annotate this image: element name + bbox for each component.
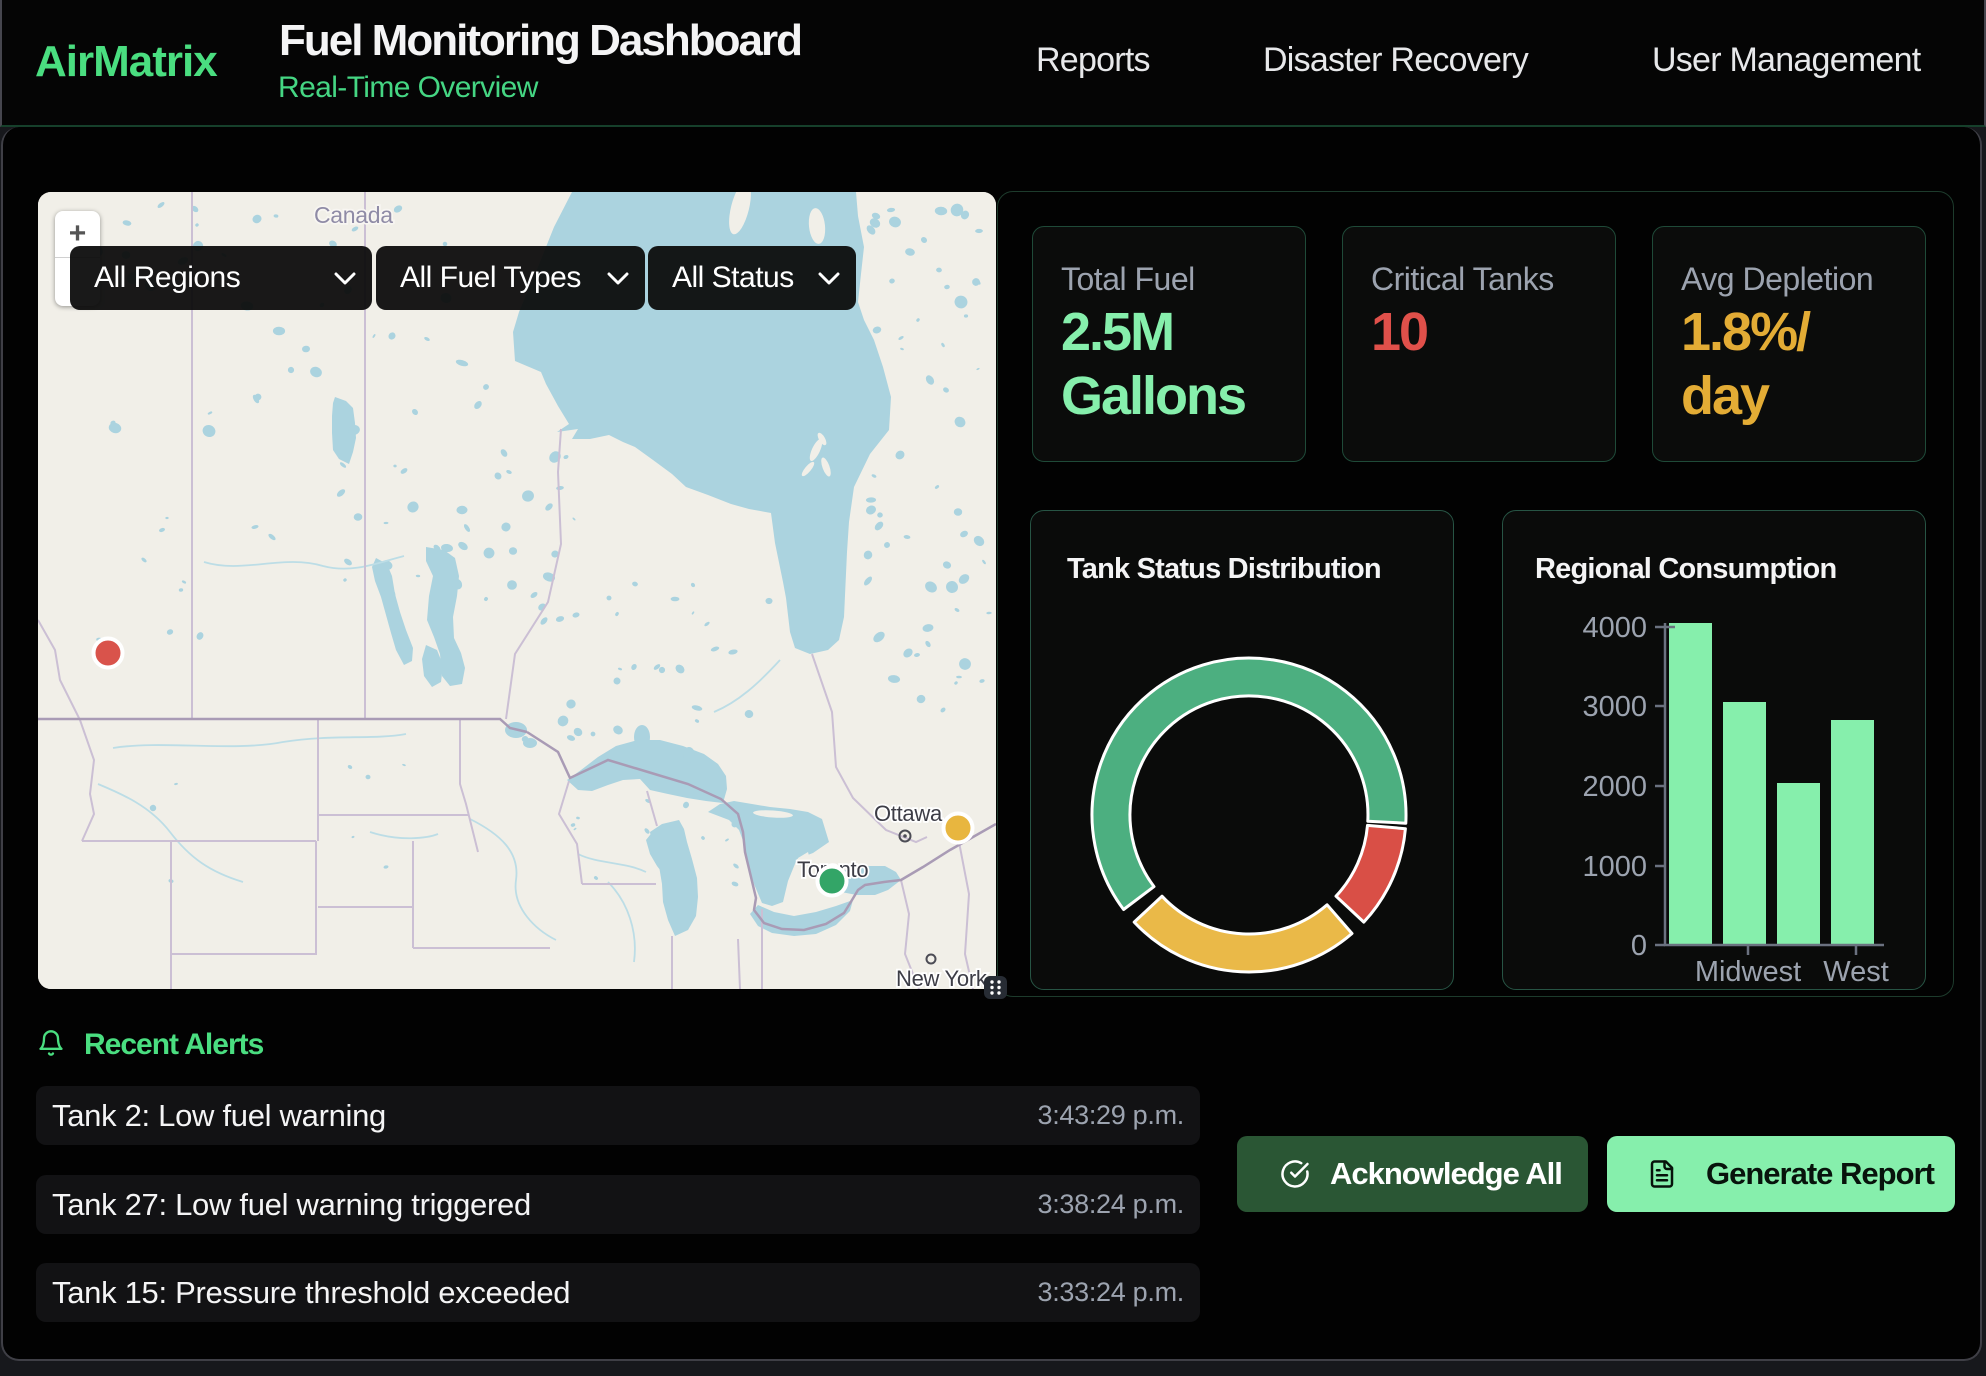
svg-text:4000: 4000 bbox=[1582, 612, 1647, 644]
svg-text:Midwest: Midwest bbox=[1695, 956, 1801, 988]
svg-text:West: West bbox=[1823, 956, 1889, 988]
svg-text:Ottawa: Ottawa bbox=[874, 801, 943, 826]
svg-text:New York: New York bbox=[896, 966, 988, 989]
svg-text:3000: 3000 bbox=[1582, 691, 1647, 723]
svg-text:2000: 2000 bbox=[1582, 771, 1647, 803]
svg-text:Canada: Canada bbox=[314, 202, 393, 228]
svg-text:1000: 1000 bbox=[1582, 851, 1647, 883]
svg-text:0: 0 bbox=[1631, 930, 1647, 962]
